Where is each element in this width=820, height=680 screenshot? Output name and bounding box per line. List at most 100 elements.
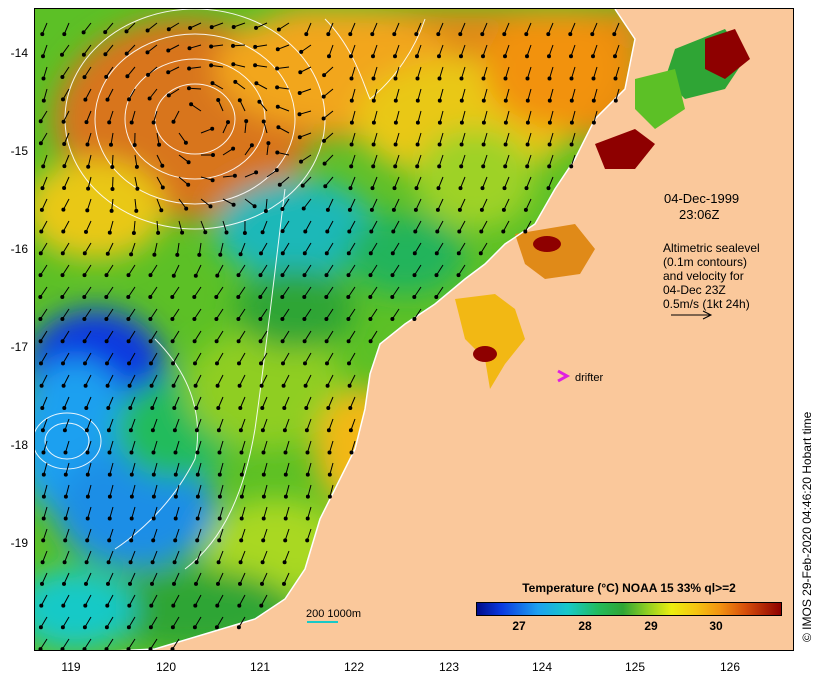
velocity-arrow-head xyxy=(525,164,530,169)
velocity-arrow-head xyxy=(481,164,486,169)
velocity-arrow-head xyxy=(613,98,618,103)
velocity-arrow-head xyxy=(215,361,219,366)
velocity-arrow-head xyxy=(61,603,66,608)
colorbar-tick: 27 xyxy=(512,619,526,633)
velocity-arrow-head xyxy=(134,208,139,213)
velocity-arrow-head xyxy=(434,295,439,299)
velocity-arrow-head xyxy=(324,339,329,344)
velocity-arrow-head xyxy=(195,494,200,499)
velocity-arrow-head xyxy=(281,383,286,388)
velocity-arrow-head xyxy=(160,185,165,190)
velocity-arrow-head xyxy=(38,141,43,146)
velocity-arrow-head xyxy=(349,142,354,147)
velocity-arrow-head xyxy=(412,317,417,321)
velocity-arrow-head xyxy=(547,142,552,147)
velocity-arrow-head xyxy=(135,186,140,191)
velocity-arrow-head xyxy=(524,186,529,191)
velocity-arrow-head xyxy=(260,230,265,235)
velocity-arrow-head xyxy=(62,32,67,37)
velocity-arrow-head xyxy=(86,186,91,191)
velocity-arrow-head xyxy=(38,317,43,321)
velocity-arrow-head xyxy=(302,273,307,278)
velocity-arrow-head xyxy=(275,47,280,52)
velocity-arrow-head xyxy=(194,406,199,410)
velocity-arrow-head xyxy=(259,383,264,388)
velocity-arrow-head xyxy=(217,472,222,477)
velocity-arrow-head xyxy=(590,32,595,37)
velocity-arrow-head xyxy=(107,230,112,235)
velocity-arrow-head xyxy=(214,295,219,299)
velocity-arrow-head xyxy=(151,494,156,499)
velocity-arrow-head xyxy=(149,361,153,366)
velocity-arrow-head xyxy=(238,406,243,410)
velocity-arrow-head xyxy=(82,625,87,630)
lat-label: -16 xyxy=(10,242,28,256)
velocity-arrow-head xyxy=(297,91,302,95)
velocity-arrow-head xyxy=(325,229,330,234)
velocity-arrow-head xyxy=(38,295,43,299)
velocity-arrow-head xyxy=(85,142,90,147)
sealevel-note-5: 0.5m/s (1kt 24h) xyxy=(663,297,750,311)
velocity-arrow-head xyxy=(83,603,88,608)
velocity-arrow-head xyxy=(276,125,281,130)
velocity-arrow-head xyxy=(346,273,351,278)
velocity-arrow-head xyxy=(129,472,134,477)
velocity-arrow-head xyxy=(458,32,463,37)
velocity-arrow-head xyxy=(166,70,171,75)
colorbar xyxy=(476,602,782,616)
velocity-arrow-head xyxy=(283,516,288,521)
velocity-arrow-head xyxy=(216,98,221,102)
velocity-arrow-head xyxy=(437,76,442,81)
velocity-arrow-head xyxy=(62,164,67,169)
velocity-arrow-head xyxy=(105,383,110,388)
velocity-arrow-head xyxy=(148,647,153,650)
map-time: 23:06Z xyxy=(679,207,720,222)
velocity-arrow-head xyxy=(83,97,88,102)
velocity-arrow-head xyxy=(346,251,351,256)
sealevel-note-4: 04-Dec 23Z xyxy=(663,283,726,297)
velocity-arrow-head xyxy=(62,142,67,146)
sealevel-note-2: (0.1m contours) xyxy=(663,255,748,269)
velocity-arrow-head xyxy=(82,251,87,256)
velocity-arrow-head xyxy=(159,208,164,213)
velocity-arrow-head xyxy=(236,317,241,321)
velocity-arrow-head xyxy=(62,186,67,190)
velocity-arrow-head xyxy=(456,251,461,256)
velocity-arrow-head xyxy=(347,361,351,366)
velocity-arrow-head xyxy=(259,251,263,256)
velocity-arrow-head xyxy=(370,32,375,37)
velocity-arrow-head xyxy=(239,494,244,499)
velocity-arrow-head xyxy=(126,317,131,321)
velocity-arrow-head xyxy=(60,251,65,256)
velocity-arrow-head xyxy=(127,97,131,102)
velocity-arrow-head xyxy=(83,361,87,366)
velocity-arrow-head xyxy=(166,93,171,98)
velocity-arrow-head xyxy=(591,54,595,59)
velocity-arrow-head xyxy=(41,98,46,103)
velocity-arrow-head xyxy=(170,317,175,321)
velocity-arrow-head xyxy=(109,142,113,147)
lon-label: 124 xyxy=(531,660,553,674)
velocity-arrow-head xyxy=(301,206,306,211)
velocity-arrow-head xyxy=(525,120,530,125)
velocity-arrow-head xyxy=(322,138,326,143)
velocity-arrow-head xyxy=(173,516,178,521)
velocity-arrow-head xyxy=(304,406,309,410)
lat-label: -14 xyxy=(10,46,28,60)
velocity-arrow-head xyxy=(81,52,86,57)
velocity-arrow-head xyxy=(82,339,87,344)
velocity-arrow-head xyxy=(216,406,221,410)
velocity-arrow-head xyxy=(305,538,310,543)
velocity-arrow-head xyxy=(348,428,353,433)
velocity-arrow-head xyxy=(41,76,46,81)
velocity-arrow-head xyxy=(84,406,89,410)
velocity-arrow-head xyxy=(503,164,508,169)
velocity-arrow-head xyxy=(303,361,307,366)
velocity-arrow-head xyxy=(170,625,175,630)
velocity-arrow-head xyxy=(124,51,129,56)
velocity-arrow-head xyxy=(132,143,137,147)
velocity-arrow-head xyxy=(166,48,171,53)
velocity-arrow-head xyxy=(501,207,506,212)
velocity-arrow-head xyxy=(147,96,152,101)
velocity-arrow-head xyxy=(129,252,134,257)
